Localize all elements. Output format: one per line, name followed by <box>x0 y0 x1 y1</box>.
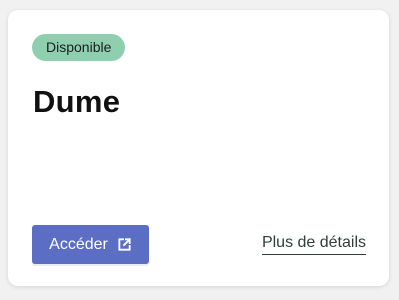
access-button-label: Accéder <box>49 235 108 253</box>
status-badge: Disponible <box>32 34 126 61</box>
resource-card: Disponible Dume Accéder Plus de détails <box>8 10 389 286</box>
external-link-icon <box>117 237 132 252</box>
access-button[interactable]: Accéder <box>32 225 149 264</box>
details-link[interactable]: Plus de détails <box>261 234 366 255</box>
card-title: Dume <box>33 84 121 119</box>
